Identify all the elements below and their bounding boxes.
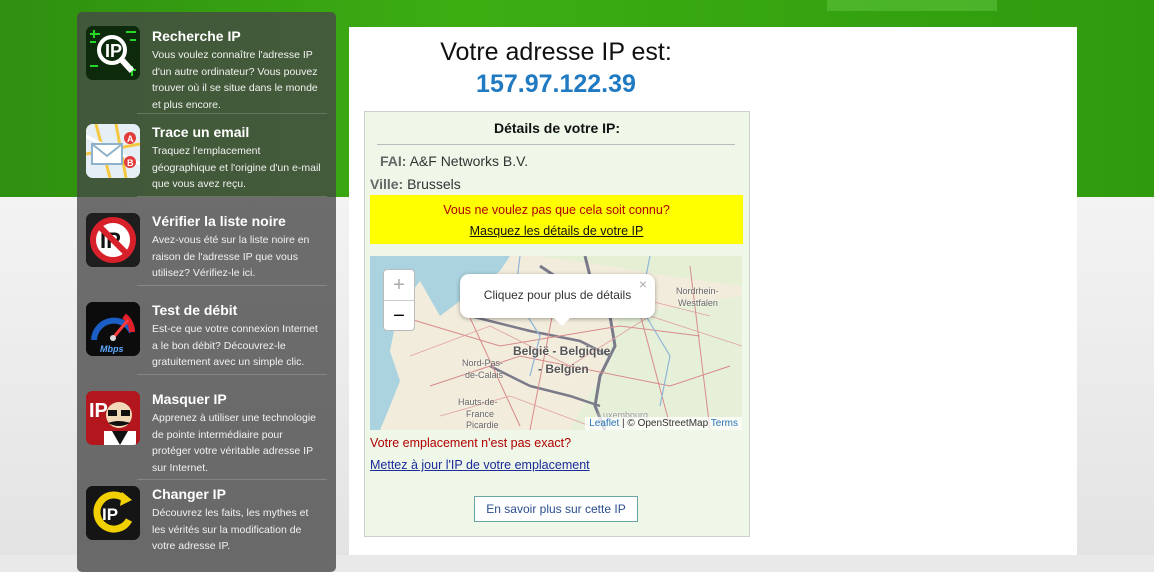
sidebar-divider	[137, 374, 327, 375]
details-title: Détails de votre IP:	[493, 120, 621, 136]
privacy-warning-banner: Vous ne voulez pas que cela soit connu? …	[370, 195, 743, 244]
sidebar-item-description: Traquez l'emplacement géographique et l'…	[152, 145, 321, 190]
osm-attribution: | © OpenStreetMap	[619, 418, 711, 429]
map-label: - Belgien	[538, 362, 589, 376]
map-label: Nordrhein-	[676, 286, 719, 296]
sidebar-item-description: Est-ce que votre connexion Internet a le…	[152, 323, 318, 368]
sidebar-item-title: Changer IP	[152, 486, 226, 502]
map-popup-close-button[interactable]: ×	[639, 276, 647, 292]
map-popup[interactable]: Cliquez pour plus de détails ×	[460, 274, 655, 318]
svg-text:IP: IP	[89, 400, 108, 422]
details-divider	[377, 144, 735, 145]
svg-text:Mbps: Mbps	[100, 344, 124, 354]
svg-text:IP: IP	[102, 505, 118, 524]
leaflet-link[interactable]: Leaflet	[589, 418, 619, 429]
svg-text:IP: IP	[105, 41, 122, 61]
sidebar-item-description: Apprenez à utiliser une technologie de p…	[152, 412, 317, 474]
ip-search-icon: IP	[86, 26, 140, 80]
privacy-warning-question: Vous ne voulez pas que cela soit connu?	[443, 203, 670, 217]
map-popup-tip	[553, 317, 571, 326]
hide-ip-details-link[interactable]: Masquez les détails de votre IP	[370, 224, 743, 238]
svg-text:B: B	[127, 158, 134, 168]
isp-label: FAI:	[380, 153, 407, 169]
map-popup-text: Cliquez pour plus de détails	[483, 288, 632, 302]
ip-address-value: 157.97.122.39	[476, 70, 636, 98]
map-zoom-in-button[interactable]: +	[384, 270, 414, 301]
map-label: France	[466, 409, 495, 419]
change-ip-icon: IP	[86, 486, 140, 540]
location-question: Votre emplacement n'est pas exact?	[370, 436, 572, 450]
location-map[interactable]: + − Cliquez pour plus de détails × Belgi…	[370, 256, 742, 430]
ip-details-box: Détails de votre IP: FAI: A&F Networks B…	[364, 111, 750, 537]
map-label: de-Calais	[465, 370, 504, 380]
isp-value: A&F Networks B.V.	[409, 153, 529, 169]
update-location-link[interactable]: Mettez à jour l'IP de votre emplacement	[370, 458, 590, 472]
email-map-icon: A B	[86, 124, 140, 178]
sidebar-item-description: Vous voulez connaître l'adresse IP d'un …	[152, 49, 318, 111]
city-value: Brussels	[407, 176, 461, 192]
terms-link[interactable]: Terms	[711, 418, 738, 429]
sidebar-item-title: Test de débit	[152, 302, 238, 318]
masked-ip-icon: IP	[86, 391, 140, 445]
map-label: Picardie	[466, 420, 499, 430]
map-label: België - Belgique	[513, 344, 611, 358]
blacklist-icon: IP	[86, 213, 140, 267]
sidebar-item-title: Masquer IP	[152, 391, 227, 407]
sidebar-item-title: Vérifier la liste noire	[152, 213, 286, 229]
map-attribution: Leaflet | © OpenStreetMap Terms	[585, 417, 742, 430]
header-decoration	[827, 0, 997, 11]
city-row: Ville: Brussels	[370, 176, 461, 192]
speedometer-icon: Mbps	[86, 302, 140, 356]
map-label: Hauts-de-	[458, 397, 498, 407]
sidebar-item-title: Trace un email	[152, 124, 250, 140]
map-label: Westfalen	[678, 298, 718, 308]
sidebar-divider	[137, 196, 327, 197]
isp-row: FAI: A&F Networks B.V.	[380, 153, 528, 169]
sidebar-divider	[137, 113, 327, 114]
ip-heading: Votre adresse IP est:	[440, 38, 672, 66]
sidebar-item-description: Avez-vous été sur la liste noire en rais…	[152, 234, 310, 279]
map-label: Nord-Pas-	[462, 358, 504, 368]
more-about-ip-button[interactable]: En savoir plus sur cette IP	[474, 496, 638, 522]
city-label: Ville:	[370, 176, 404, 192]
svg-text:A: A	[127, 134, 134, 144]
sidebar-item-title: Recherche IP	[152, 28, 241, 44]
map-zoom-out-button[interactable]: −	[384, 301, 414, 331]
sidebar-item-description: Découvrez les faits, les mythes et les v…	[152, 507, 309, 552]
tools-sidebar: IP Recherche IP Vous voulez connaître l'…	[77, 12, 336, 572]
map-zoom-control: + −	[383, 269, 415, 331]
sidebar-divider	[137, 479, 327, 480]
sidebar-divider	[137, 285, 327, 286]
